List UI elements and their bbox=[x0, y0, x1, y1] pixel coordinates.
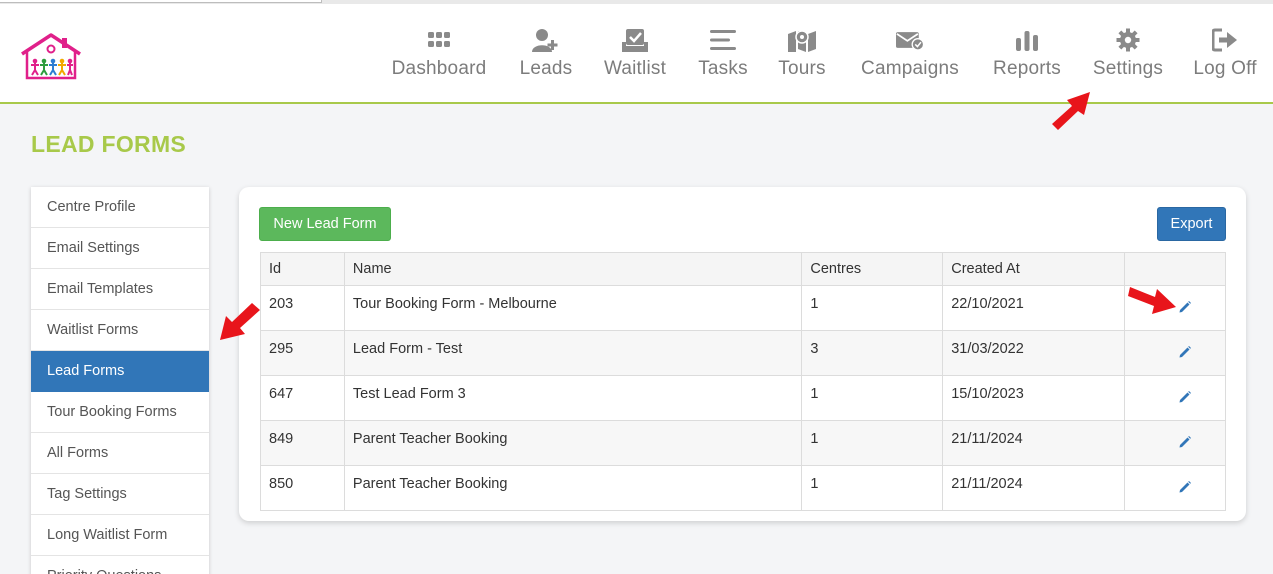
cell-created-at: 22/10/2021 bbox=[942, 285, 1126, 331]
pencil-edit-icon[interactable] bbox=[1178, 300, 1192, 314]
gear-icon bbox=[1114, 26, 1142, 54]
column-header-created-at[interactable]: Created At bbox=[942, 252, 1126, 286]
cell-id: 850 bbox=[260, 465, 345, 511]
browser-tab-edge bbox=[0, 0, 322, 3]
nav-settings[interactable]: Settings bbox=[1090, 26, 1166, 96]
cell-created-at: 21/11/2024 bbox=[942, 465, 1126, 511]
sidebar-item-priority-questions[interactable]: Priority Questions bbox=[31, 556, 209, 574]
user-add-icon bbox=[532, 26, 560, 54]
pencil-edit-icon[interactable] bbox=[1178, 345, 1192, 359]
annotation-arrow-edit bbox=[1128, 287, 1176, 314]
sidebar-item-email-templates[interactable]: Email Templates bbox=[31, 269, 209, 310]
column-header-name[interactable]: Name bbox=[343, 252, 803, 286]
lead-forms-panel: New Lead Form Export Id Name Centres Cre… bbox=[239, 187, 1246, 521]
checkbox-tray-icon bbox=[621, 26, 649, 54]
cell-id: 647 bbox=[260, 375, 345, 421]
export-button[interactable]: Export bbox=[1157, 207, 1226, 241]
sidebar-item-tag-settings[interactable]: Tag Settings bbox=[31, 474, 209, 515]
table-row: 647 Test Lead Form 3 1 15/10/2023 bbox=[260, 375, 1226, 421]
nav-label: Waitlist bbox=[603, 58, 667, 79]
nav-label: Tasks bbox=[698, 58, 748, 79]
cell-created-at: 21/11/2024 bbox=[942, 420, 1126, 466]
cell-name: Tour Booking Form - Melbourne bbox=[343, 285, 803, 331]
settings-sidebar: Centre Profile Email Settings Email Temp… bbox=[31, 187, 209, 574]
nav-tasks[interactable]: Tasks bbox=[697, 26, 749, 96]
cell-centres: 1 bbox=[801, 420, 944, 466]
lead-forms-table: Id Name Centres Created At 203 Tour Book… bbox=[260, 252, 1226, 511]
sidebar-item-all-forms[interactable]: All Forms bbox=[31, 433, 209, 474]
cell-name: Parent Teacher Booking bbox=[343, 465, 803, 511]
nav-campaigns[interactable]: Campaigns bbox=[856, 26, 964, 96]
nav-waitlist[interactable]: Waitlist bbox=[601, 26, 669, 96]
sidebar-item-waitlist-forms[interactable]: Waitlist Forms bbox=[31, 310, 209, 351]
cell-centres: 1 bbox=[801, 285, 944, 331]
annotation-arrow-lead-forms bbox=[220, 303, 260, 340]
lines-icon bbox=[709, 26, 737, 54]
cell-actions bbox=[1124, 465, 1226, 511]
house-kids-logo bbox=[21, 33, 81, 80]
sidebar-item-lead-forms[interactable]: Lead Forms bbox=[31, 351, 209, 392]
nav-label: Log Off bbox=[1193, 58, 1257, 79]
cell-centres: 1 bbox=[801, 375, 944, 421]
map-icon bbox=[788, 26, 816, 54]
cell-created-at: 15/10/2023 bbox=[942, 375, 1126, 421]
nav-label: Reports bbox=[993, 58, 1061, 79]
bar-chart-icon bbox=[1013, 26, 1041, 54]
nav-dashboard[interactable]: Dashboard bbox=[389, 26, 489, 96]
new-lead-form-button[interactable]: New Lead Form bbox=[259, 207, 391, 241]
annotation-arrow-settings bbox=[1052, 92, 1090, 130]
cell-actions bbox=[1124, 375, 1226, 421]
logout-icon bbox=[1211, 26, 1239, 54]
cell-name: Test Lead Form 3 bbox=[343, 375, 803, 421]
sidebar-item-email-settings[interactable]: Email Settings bbox=[31, 228, 209, 269]
nav-log-off[interactable]: Log Off bbox=[1193, 26, 1257, 96]
cell-name: Lead Form - Test bbox=[343, 330, 803, 376]
cell-id: 849 bbox=[260, 420, 345, 466]
pencil-edit-icon[interactable] bbox=[1178, 480, 1192, 494]
table-row: 849 Parent Teacher Booking 1 21/11/2024 bbox=[260, 420, 1226, 466]
pencil-edit-icon[interactable] bbox=[1178, 435, 1192, 449]
table-row: 850 Parent Teacher Booking 1 21/11/2024 bbox=[260, 465, 1226, 511]
table-header-row: Id Name Centres Created At bbox=[260, 252, 1226, 286]
cell-id: 203 bbox=[260, 285, 345, 331]
pencil-edit-icon[interactable] bbox=[1178, 390, 1192, 404]
cell-centres: 3 bbox=[801, 330, 944, 376]
cell-name: Parent Teacher Booking bbox=[343, 420, 803, 466]
nav-label: Dashboard bbox=[391, 58, 487, 79]
nav-label: Campaigns bbox=[861, 58, 959, 79]
sidebar-item-tour-booking-forms[interactable]: Tour Booking Forms bbox=[31, 392, 209, 433]
cell-actions bbox=[1124, 420, 1226, 466]
sidebar-item-long-waitlist-form[interactable]: Long Waitlist Form bbox=[31, 515, 209, 556]
cell-actions bbox=[1124, 330, 1226, 376]
nav-label: Leads bbox=[519, 58, 573, 79]
column-header-id[interactable]: Id bbox=[260, 252, 345, 286]
grid-icon bbox=[425, 26, 453, 54]
sidebar-item-centre-profile[interactable]: Centre Profile bbox=[31, 187, 209, 228]
envelope-check-icon bbox=[896, 26, 924, 54]
nav-label: Tours bbox=[778, 58, 826, 79]
cell-created-at: 31/03/2022 bbox=[942, 330, 1126, 376]
cell-centres: 1 bbox=[801, 465, 944, 511]
nav-label: Settings bbox=[1092, 58, 1164, 79]
page-title: LEAD FORMS bbox=[31, 131, 187, 157]
column-header-centres[interactable]: Centres bbox=[801, 252, 944, 286]
table-row: 203 Tour Booking Form - Melbourne 1 22/1… bbox=[260, 285, 1226, 331]
table-row: 295 Lead Form - Test 3 31/03/2022 bbox=[260, 330, 1226, 376]
cell-id: 295 bbox=[260, 330, 345, 376]
nav-leads[interactable]: Leads bbox=[519, 26, 573, 96]
nav-tours[interactable]: Tours bbox=[777, 26, 827, 96]
